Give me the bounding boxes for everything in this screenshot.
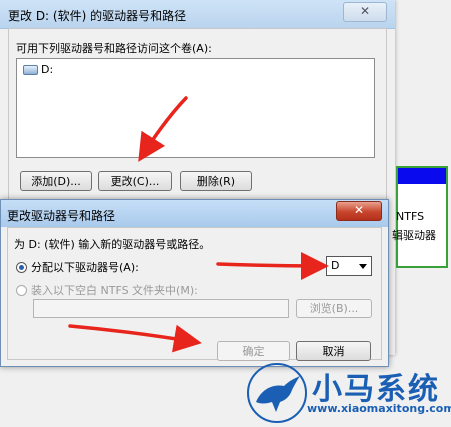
annotation-arrows bbox=[68, 96, 329, 353]
horse-logo-icon bbox=[247, 363, 307, 423]
watermark-url: www.xiaomaxitong.com bbox=[307, 402, 451, 415]
arrow-to-drive-select bbox=[216, 251, 329, 280]
arrow-to-change-button bbox=[138, 96, 188, 162]
arrow-to-ok-button bbox=[68, 324, 202, 353]
